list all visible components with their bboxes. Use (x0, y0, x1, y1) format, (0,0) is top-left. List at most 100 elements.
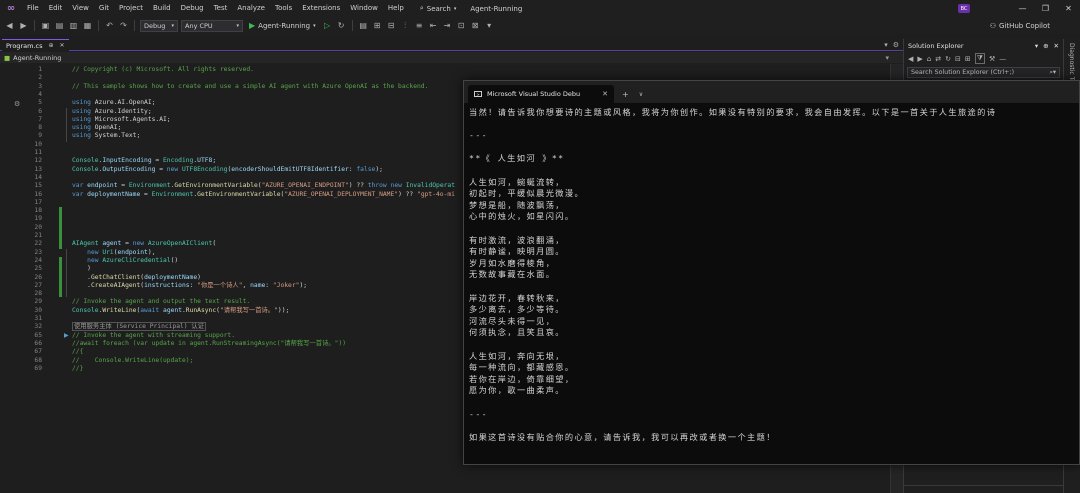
code-token: OutputEncoding (102, 165, 156, 173)
line-number: 31 (34, 315, 42, 322)
line-number: 3 (38, 82, 42, 90)
code-token: new (87, 248, 99, 256)
menu-item[interactable]: Extensions (297, 0, 345, 17)
close-icon[interactable]: ✕ (59, 42, 64, 49)
toolbar-extra-icon[interactable]: ⇥ (442, 20, 453, 31)
pin-icon[interactable]: ⊕ (1043, 42, 1048, 50)
code-token: // Invoke the agent and output the text … (72, 298, 251, 306)
menu-item[interactable]: Help (383, 0, 409, 17)
console-line: 河流尽头未得一见， (469, 315, 556, 326)
menu-item[interactable]: Analyze (232, 0, 270, 17)
code-token: // Invoke the agent with streaming suppo… (72, 331, 236, 339)
configuration-value: Debug (144, 21, 166, 30)
menu-item[interactable]: View (67, 0, 94, 17)
filter-icon[interactable]: ⧩ (974, 53, 985, 64)
line-number: 68 (34, 356, 42, 364)
console-tab[interactable]: > Microsoft Visual Studio Debu ✕ (468, 85, 614, 103)
code-token: . (72, 273, 91, 281)
forward-icon[interactable]: ▶ (18, 20, 29, 31)
chevron-down-icon: ▾ (453, 5, 457, 12)
menu-item[interactable]: Debug (176, 0, 209, 17)
new-tab-icon[interactable]: + (622, 90, 629, 99)
menu-item[interactable]: Build (148, 0, 176, 17)
save-all-icon[interactable]: ▦ (82, 20, 93, 31)
code-token: )); (277, 306, 290, 314)
platform-select[interactable]: Any CPU ▾ (181, 19, 243, 32)
search-box[interactable]: ⌕ Search ▾ (414, 3, 463, 15)
menu-item[interactable]: Tools (270, 0, 297, 17)
collapsed-region[interactable]: 使用服务主体 (Service Principal) 认证 (72, 322, 206, 332)
code-text: var deploymentName = Environment.GetEnvi… (72, 191, 455, 199)
toolbar-extra-icon[interactable]: ⊡ (456, 20, 467, 31)
home-icon[interactable]: ⌂ (927, 55, 931, 63)
undo-icon[interactable]: ↶ (104, 20, 115, 31)
refresh-icon[interactable]: ↻ (336, 20, 347, 31)
start-debugging-button[interactable]: ▶ Agent-Running ▾ (246, 21, 319, 30)
code-token: Encoding (163, 157, 194, 165)
line-number: 12 (34, 157, 42, 165)
pin-icon[interactable]: ⊕ (48, 42, 53, 49)
code-token: await (140, 306, 160, 314)
collapse-all-icon[interactable]: ⊟ (955, 55, 961, 63)
forward-icon[interactable]: ▶ (917, 55, 922, 63)
back-icon[interactable]: ◀ (4, 20, 15, 31)
toolbar-extra-icon[interactable]: ⊠ (470, 20, 481, 31)
line-number: 26 (34, 273, 42, 281)
solution-explorer-header: Solution Explorer ▾ ⊕ ✕ (904, 39, 1063, 52)
close-icon[interactable]: ✕ (1054, 42, 1059, 50)
menu-item[interactable]: File (22, 0, 44, 17)
menu-item[interactable]: Edit (44, 0, 68, 17)
console-window[interactable]: > Microsoft Visual Studio Debu ✕ + ∨ 当然！… (463, 80, 1080, 465)
console-line: 初起时，平缓似晨光微漫。 (469, 188, 585, 199)
minimize-button[interactable]: — (1011, 0, 1034, 17)
toolbar-extra-icon[interactable]: ⊞ (372, 20, 383, 31)
toolbar-extra-icon[interactable]: ⇤ (428, 20, 439, 31)
back-icon[interactable]: ◀ (908, 55, 913, 63)
toolbar-extra-icon[interactable]: ≡ (414, 20, 425, 31)
refresh-icon[interactable]: ↻ (945, 55, 951, 63)
show-all-files-icon[interactable]: ⊞ (965, 55, 971, 63)
chevron-down-icon[interactable]: ▾ (1035, 42, 1038, 50)
code-token: using (72, 124, 91, 132)
project-dropdown[interactable]: ■ Agent-Running (4, 54, 144, 62)
code-token: encoderShouldEmitUTF8Identifier (231, 165, 349, 173)
code-token: InputEncoding (102, 157, 152, 165)
console-line: 愿为你，歌一曲柔声。 (469, 385, 565, 396)
menu-item[interactable]: Project (114, 0, 148, 17)
line-number: 23 (34, 248, 42, 256)
member-dropdown[interactable]: ▾ (885, 54, 889, 62)
toolbar-extra-icon[interactable]: ⫶ (400, 20, 411, 31)
chevron-down-icon[interactable]: ∨ (639, 91, 643, 98)
tab-list-dropdown-icon[interactable]: ▾ (884, 41, 888, 49)
sync-icon[interactable]: ⇄ (935, 55, 941, 63)
more-icon[interactable]: — (999, 55, 1006, 63)
tab-program-cs[interactable]: Program.cs ⊕ ✕ (2, 39, 69, 51)
toolbar: ◀ ▶ ▣ ▤ ▥ ▦ ↶ ↷ Debug ▾ Any CPU ▾ ▶ Agen… (0, 17, 1080, 34)
toolbar-overflow-icon[interactable]: ▾ (484, 20, 495, 31)
start-without-debugging-icon[interactable]: ▷ (322, 20, 333, 31)
configuration-select[interactable]: Debug ▾ (140, 19, 178, 32)
code-token: // This sample shows how to create and u… (72, 82, 429, 90)
menu-item[interactable]: Window (345, 0, 383, 17)
toolbar-extra-icon[interactable]: ▤ (358, 20, 369, 31)
close-icon[interactable]: ✕ (602, 90, 608, 98)
github-copilot-button[interactable]: ⚇ GitHub Copilot (990, 17, 1050, 34)
restore-button[interactable]: ❐ (1034, 0, 1057, 17)
console-tab-title: Microsoft Visual Studio Debu (487, 90, 581, 98)
settings-icon[interactable]: ⚙ (893, 41, 899, 49)
menu-item[interactable]: Test (209, 0, 233, 17)
toolbar-extra-icon[interactable]: ⊟ (386, 20, 397, 31)
line-number: 21 (34, 232, 42, 239)
solution-explorer-search-input[interactable]: Search Solution Explorer (Ctrl+;) ⌕▾ (907, 67, 1060, 78)
open-folder-icon[interactable]: ▤ (54, 20, 65, 31)
code-token: OpenAI; (90, 124, 122, 132)
code-text: using Azure.Identity; (72, 108, 152, 116)
new-project-icon[interactable]: ▣ (40, 20, 51, 31)
user-avatar[interactable]: BC (958, 4, 970, 13)
close-window-button[interactable]: ✕ (1057, 0, 1080, 17)
visual-studio-logo-icon[interactable]: ∞ (0, 0, 22, 17)
menu-item[interactable]: Git (94, 0, 114, 17)
properties-icon[interactable]: ⚒ (989, 55, 995, 63)
save-icon[interactable]: ▥ (68, 20, 79, 31)
redo-icon[interactable]: ↷ (118, 20, 129, 31)
